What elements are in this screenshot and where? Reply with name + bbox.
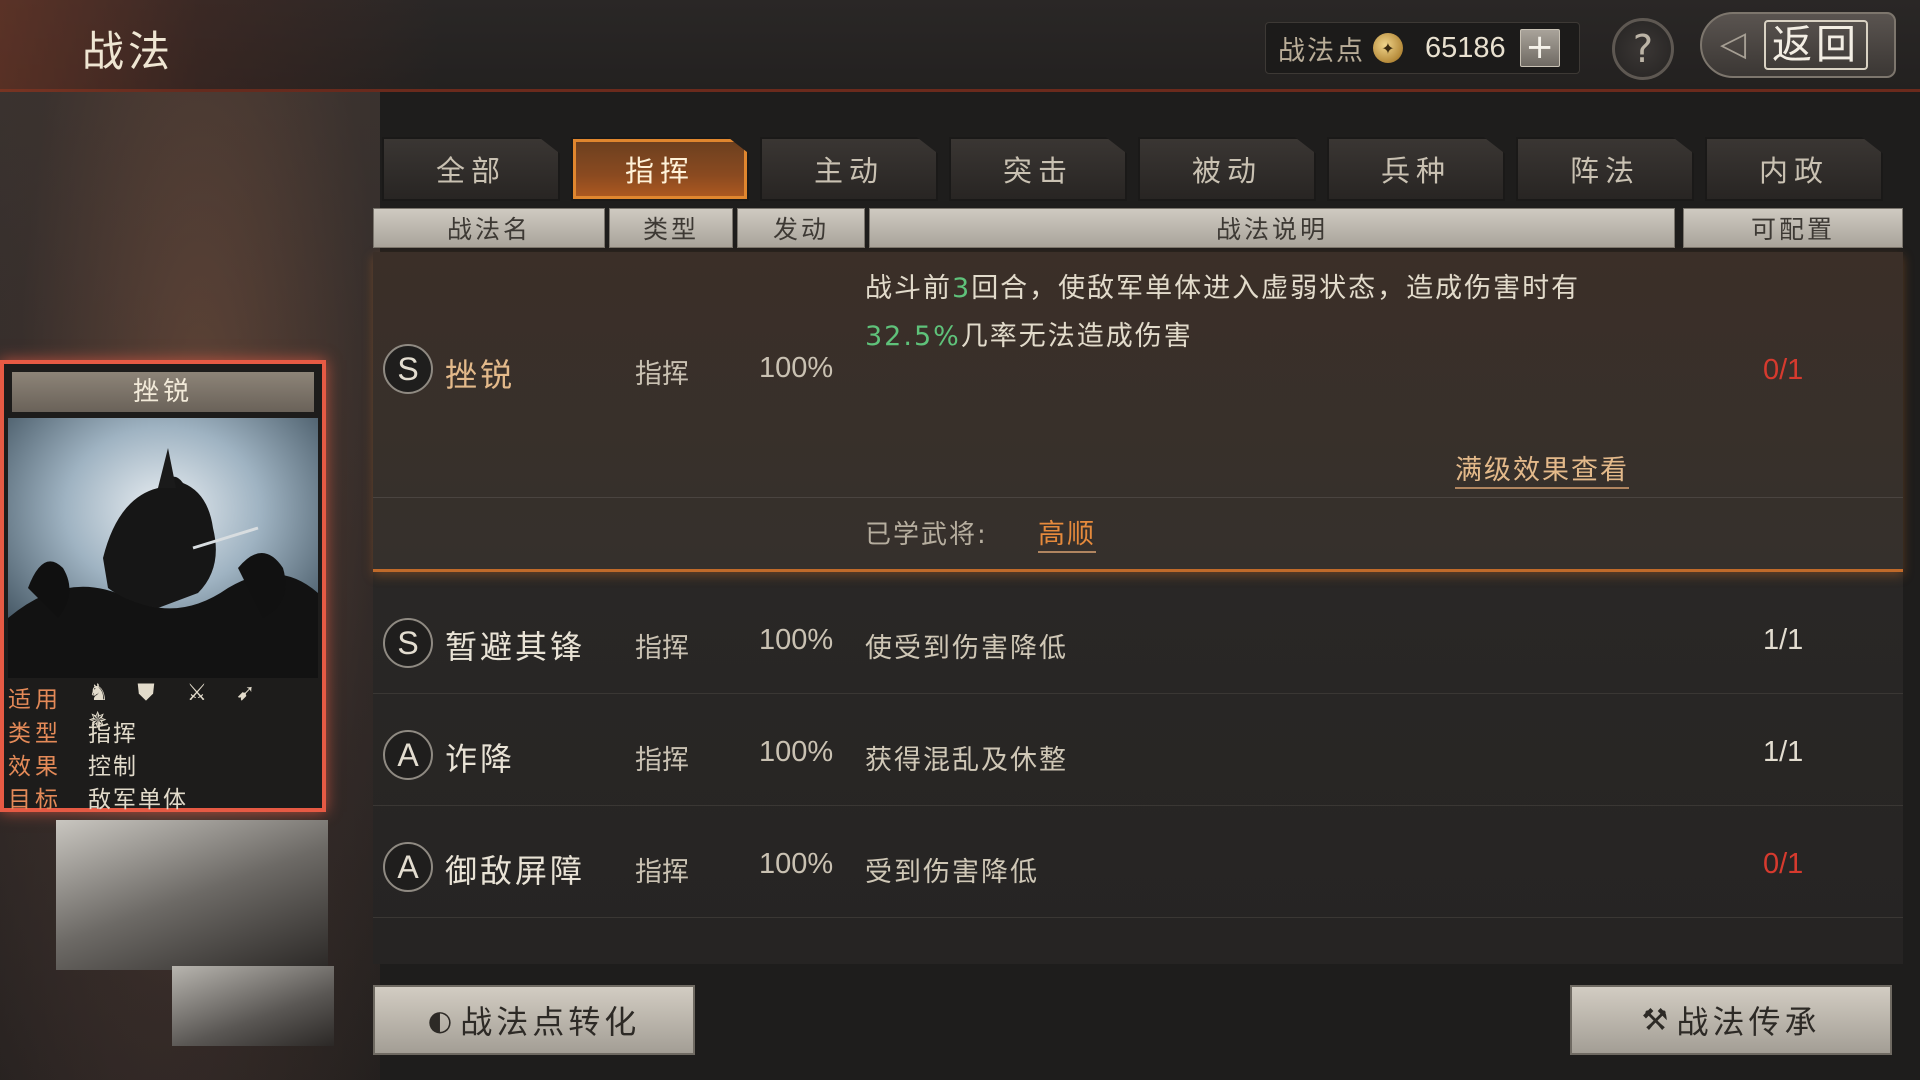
- grade-badge: S: [383, 618, 433, 668]
- skill-description-line2: 32.5%几率无法造成伤害: [865, 314, 1193, 353]
- card-effect-label: 效果: [8, 754, 62, 780]
- bow-icon: ➹: [235, 680, 258, 706]
- page-title: 战法: [82, 27, 175, 76]
- skill-count: 1/1: [1763, 736, 1804, 768]
- card-effect-row: 效果 控制: [4, 747, 322, 780]
- grade-badge: A: [383, 730, 433, 780]
- back-button[interactable]: ◁ 返回: [1700, 12, 1896, 78]
- card-type-row: 类型 指挥: [4, 714, 322, 747]
- skill-name: 挫锐: [445, 356, 516, 394]
- card-type-value: 指挥: [88, 721, 138, 747]
- grade-badge: S: [383, 344, 433, 394]
- skill-points-value: 65186: [1425, 31, 1506, 64]
- column-header-name[interactable]: 战法名: [373, 208, 605, 248]
- coin-icon: ◐: [427, 1003, 457, 1037]
- skill-row-selected[interactable]: S 挫锐 指挥 100% 战斗前3回合，使敌军单体进入虚弱状态，造成伤害时有 3…: [373, 252, 1903, 572]
- tab-assault[interactable]: 突击: [949, 137, 1127, 201]
- skill-count: 0/1: [1763, 354, 1804, 386]
- skill-name: 御敌屏障: [445, 852, 586, 890]
- card-use-label: 适用: [8, 687, 62, 713]
- skill-type: 指挥: [635, 857, 689, 888]
- tab-troop[interactable]: 兵种: [1327, 137, 1505, 201]
- card-type-label: 类型: [8, 721, 62, 747]
- tab-internal[interactable]: 内政: [1705, 137, 1883, 201]
- skill-rate: 100%: [759, 624, 834, 656]
- skill-description: 受到伤害降低: [865, 857, 1039, 888]
- tab-all[interactable]: 全部: [382, 137, 560, 201]
- skill-count: 0/1: [1763, 848, 1804, 880]
- back-arrow-icon: ◁: [1720, 24, 1747, 64]
- tab-passive[interactable]: 被动: [1138, 137, 1316, 201]
- card-use-row: 适用 ♞ ⛊ ⚔ ➹ ✵: [4, 680, 322, 734]
- desc-text: 战斗前: [865, 273, 952, 304]
- skill-type: 指挥: [635, 359, 689, 390]
- skill-card: 挫锐 适用 ♞ ⛊ ⚔ ➹ ✵ 类型 指挥 效果 控制 目标 敌军单体: [0, 360, 326, 813]
- skill-points-label: 战法点: [1278, 35, 1365, 67]
- divider: [373, 497, 1903, 498]
- tab-command[interactable]: 指挥: [571, 137, 749, 201]
- stacked-card-image: [56, 820, 328, 970]
- header-bar: 战法 战法点 ✦ 65186 + ? ◁ 返回: [0, 0, 1920, 92]
- card-target-value: 敌军单体: [88, 787, 188, 813]
- skill-description: 获得混乱及休整: [865, 745, 1068, 776]
- skill-name: 暂避其锋: [445, 628, 586, 666]
- card-effect-value: 控制: [88, 754, 138, 780]
- card-title: 挫锐: [12, 372, 314, 412]
- cavalry-icon: ♞: [88, 680, 111, 706]
- coin-icon: ✦: [1373, 33, 1403, 63]
- skill-name: 诈降: [445, 740, 516, 778]
- skill-list: S 挫锐 指挥 100% 战斗前3回合，使敌军单体进入虚弱状态，造成伤害时有 3…: [373, 252, 1903, 964]
- card-target-label: 目标: [8, 787, 62, 813]
- inherit-skill-label: 战法传承: [1676, 1003, 1821, 1041]
- card-target-row: 目标 敌军单体: [4, 780, 322, 813]
- skill-count: 1/1: [1763, 624, 1804, 656]
- tab-formation[interactable]: 阵法: [1516, 137, 1694, 201]
- learned-general-link[interactable]: 高顺: [1038, 512, 1096, 553]
- stacked-card-image: [172, 966, 334, 1046]
- skill-type: 指挥: [635, 745, 689, 776]
- hammer-icon: ⚒: [1641, 1002, 1673, 1038]
- grade-badge: A: [383, 842, 433, 892]
- title-banner: 战法: [0, 0, 440, 92]
- category-tabs: 全部 指挥 主动 突击 被动 兵种 阵法 内政: [382, 137, 1883, 201]
- desc-highlight-rounds: 3: [952, 273, 972, 304]
- skill-row[interactable]: A 御敌屏障 指挥 100% 受到伤害降低 0/1: [373, 814, 1903, 918]
- tab-active[interactable]: 主动: [760, 137, 938, 201]
- crossed-weapons-icon: ⚔: [186, 680, 210, 706]
- skill-description: 使受到伤害降低: [865, 633, 1068, 664]
- convert-points-label: 战法点转化: [460, 1003, 641, 1041]
- shield-icon: ⛊: [137, 680, 157, 706]
- help-button[interactable]: ?: [1612, 18, 1674, 80]
- card-artwork: [8, 418, 318, 678]
- back-label: 返回: [1764, 20, 1868, 70]
- skill-rate: 100%: [759, 736, 834, 768]
- skill-rate: 100%: [759, 352, 834, 384]
- skill-row[interactable]: S 暂避其锋 指挥 100% 使受到伤害降低 1/1: [373, 590, 1903, 694]
- inherit-skill-button[interactable]: ⚒ 战法传承: [1570, 985, 1892, 1055]
- skill-type: 指挥: [635, 633, 689, 664]
- skill-description-line1: 战斗前3回合，使敌军单体进入虚弱状态，造成伤害时有: [865, 266, 1580, 305]
- desc-text: 几率无法造成伤害: [960, 321, 1193, 352]
- full-effect-link[interactable]: 满级效果查看: [1455, 448, 1629, 489]
- column-header-type[interactable]: 类型: [609, 208, 733, 248]
- column-header-desc: 战法说明: [869, 208, 1675, 248]
- learned-generals-label: 已学武将:: [865, 520, 988, 550]
- convert-points-button[interactable]: ◐ 战法点转化: [373, 985, 695, 1055]
- column-header-rate[interactable]: 发动: [737, 208, 865, 248]
- column-header-count[interactable]: 可配置: [1683, 208, 1903, 248]
- desc-text: 回合，使敌军单体进入虚弱状态，造成伤害时有: [971, 273, 1581, 304]
- desc-highlight-chance: 32.5%: [865, 321, 961, 352]
- skill-rate: 100%: [759, 848, 834, 880]
- add-points-button[interactable]: +: [1519, 29, 1560, 67]
- skill-points-box: 战法点 ✦ 65186 +: [1265, 22, 1580, 74]
- skill-row[interactable]: A 诈降 指挥 100% 获得混乱及休整 1/1: [373, 702, 1903, 806]
